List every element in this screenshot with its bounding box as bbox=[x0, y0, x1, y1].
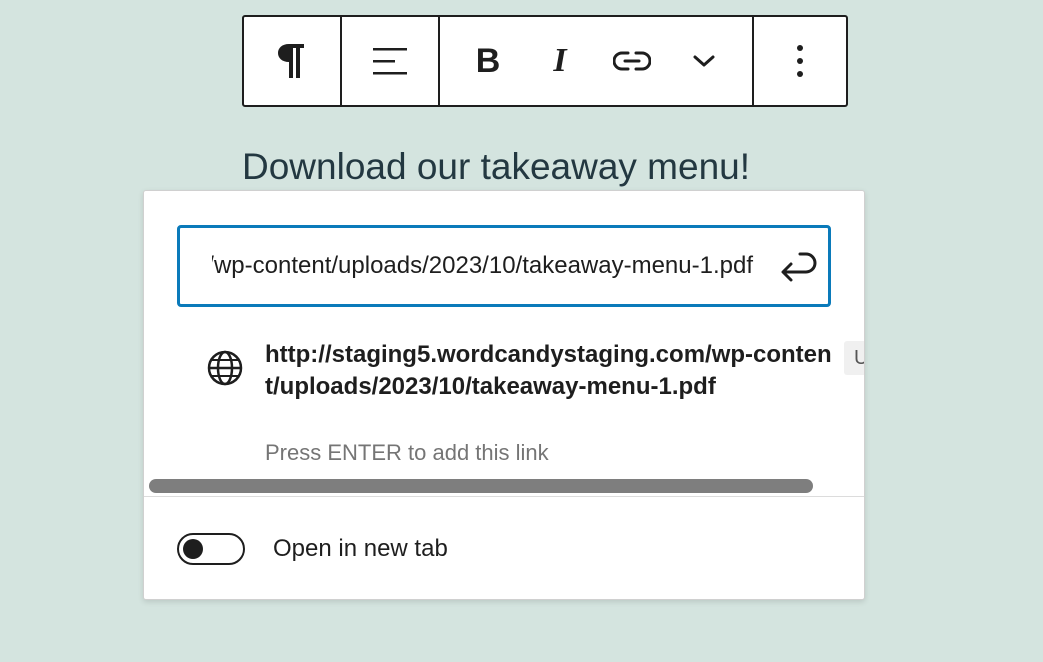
more-formats-button[interactable] bbox=[668, 17, 740, 105]
italic-button[interactable]: I bbox=[524, 17, 596, 105]
submit-link-button[interactable] bbox=[776, 244, 820, 288]
block-toolbar: B I bbox=[242, 15, 848, 107]
open-new-tab-toggle[interactable] bbox=[177, 533, 245, 565]
suggestion-type-badge: U bbox=[844, 341, 864, 375]
enter-return-icon bbox=[781, 252, 817, 282]
divider bbox=[144, 496, 864, 497]
globe-icon bbox=[207, 350, 243, 386]
url-input[interactable] bbox=[180, 228, 758, 304]
open-new-tab-label[interactable]: Open in new tab bbox=[273, 535, 448, 563]
pilcrow-icon bbox=[278, 44, 304, 78]
vertical-ellipsis-icon bbox=[797, 45, 803, 77]
block-type-group bbox=[244, 17, 342, 105]
italic-label: I bbox=[553, 42, 567, 79]
bold-label: B bbox=[475, 41, 501, 80]
paragraph-text[interactable]: Download our takeaway menu! bbox=[242, 146, 750, 188]
link-icon bbox=[613, 51, 651, 71]
suggestion-hint: Press ENTER to add this link bbox=[265, 440, 549, 465]
options-group bbox=[754, 17, 846, 105]
url-field bbox=[177, 225, 831, 307]
horizontal-scrollbar[interactable] bbox=[149, 479, 813, 493]
link-button[interactable] bbox=[596, 17, 668, 105]
alignment-group bbox=[342, 17, 440, 105]
open-new-tab-setting: Open in new tab bbox=[177, 531, 448, 567]
toggle-knob bbox=[183, 539, 203, 559]
link-suggestion-item[interactable]: http://staging5.wordcandystaging.com/wp-… bbox=[194, 339, 854, 469]
formatting-group: B I bbox=[440, 17, 754, 105]
suggestion-url: http://staging5.wordcandystaging.com/wp-… bbox=[265, 341, 832, 400]
link-popover: http://staging5.wordcandystaging.com/wp-… bbox=[143, 190, 865, 600]
align-button[interactable] bbox=[342, 17, 438, 105]
align-left-icon bbox=[373, 48, 407, 75]
options-button[interactable] bbox=[754, 17, 846, 105]
chevron-down-icon bbox=[693, 55, 715, 67]
bold-button[interactable]: B bbox=[452, 17, 524, 105]
paragraph-button[interactable] bbox=[244, 17, 340, 105]
